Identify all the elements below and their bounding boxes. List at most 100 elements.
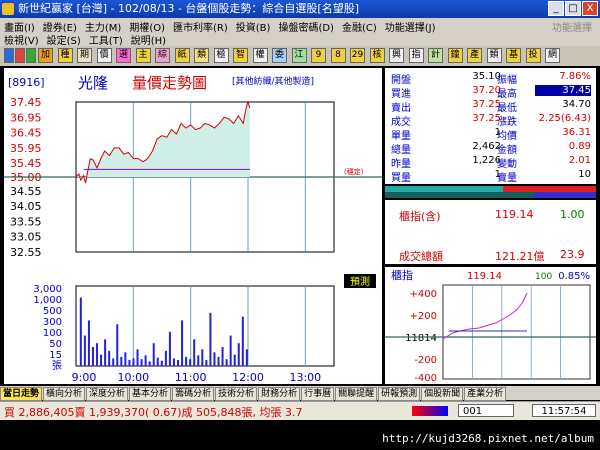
menu-item-4[interactable]: 匯市利率(R) bbox=[173, 23, 228, 34]
toolbar-button-16[interactable]: 29 bbox=[350, 48, 365, 63]
toolbar-button-26[interactable]: 網 bbox=[545, 48, 560, 63]
stat-value-left-2: 37.25 bbox=[472, 99, 501, 110]
toolbar-button-14[interactable]: 9 bbox=[311, 48, 326, 63]
tab-10[interactable]: 個股新聞 bbox=[421, 387, 464, 401]
toolbar-button-21[interactable]: 鐘 bbox=[447, 48, 463, 63]
stat-label-right-4: 均價 bbox=[497, 131, 517, 142]
toolbar-button-24[interactable]: 基 bbox=[506, 48, 521, 63]
stat-value-right-0: 7.86% bbox=[559, 71, 591, 82]
stat-value-right-6: 2.01 bbox=[568, 155, 591, 166]
stat-value-right-4: 36.31 bbox=[562, 127, 591, 138]
toolbar-button-7[interactable]: 紙 bbox=[174, 48, 190, 63]
volume-bar-16 bbox=[144, 355, 147, 366]
toolbar-button-8[interactable]: 類 bbox=[194, 48, 209, 63]
toolbar-button-11[interactable]: 權 bbox=[252, 48, 268, 63]
toolbar-button-6[interactable]: 綜 bbox=[155, 48, 170, 63]
tab-1[interactable]: 橫向分析 bbox=[43, 387, 86, 401]
y-tick-8: 33.55 bbox=[10, 215, 42, 228]
volume-bar-1 bbox=[83, 335, 86, 366]
toolbar-nav-icon-0[interactable] bbox=[4, 48, 14, 63]
status-code-field[interactable]: 001 bbox=[458, 404, 514, 417]
y-tick-3: 35.95 bbox=[10, 142, 42, 155]
toolbar-button-20[interactable]: 計 bbox=[428, 48, 443, 63]
volume-frame bbox=[75, 285, 335, 367]
menu-bar: 畫面(I) 證券(E) 主力(M) 期權(O) 匯市利率(R) 投資(B) 操盤密碼(D) 金… bbox=[0, 18, 600, 47]
volume-bar-14 bbox=[136, 349, 139, 366]
stat-label-left-3: 成交 bbox=[391, 117, 411, 128]
volume-bar-5 bbox=[100, 354, 103, 366]
tab-3[interactable]: 基本分析 bbox=[129, 387, 172, 401]
stat-label-left-2: 賣出 bbox=[391, 103, 411, 114]
stat-value-left-3: 37.25 bbox=[472, 113, 501, 124]
volume-bar-13 bbox=[132, 358, 135, 366]
stat-label-right-0: 振幅 bbox=[497, 75, 517, 86]
minimize-button[interactable]: _ bbox=[548, 1, 564, 16]
status-bar: 買 2,886,405賣 1,939,370( 0.67)成 505,848張,… bbox=[0, 401, 600, 420]
toolbar-button-19[interactable]: 指 bbox=[408, 48, 424, 63]
menu-item-8[interactable]: 功能選擇(J) bbox=[385, 23, 436, 34]
stat-value-left-7: 1 bbox=[494, 169, 501, 180]
toolbar-button-13[interactable]: 江 bbox=[291, 48, 307, 63]
volume-bar-34 bbox=[217, 356, 220, 366]
menu-item-6[interactable]: 操盤密碼(D) bbox=[278, 23, 334, 34]
toolbar-button-17[interactable]: 核 bbox=[369, 48, 385, 63]
volume-bar-31 bbox=[205, 359, 208, 366]
analysis-tabs: 當日走勢 橫向分析 深度分析 基本分析 籌碼分析 技術分析 財務分析 行事曆 關聯提醒 研報預測個… bbox=[0, 386, 600, 401]
menu-item-5[interactable]: 投資(B) bbox=[236, 23, 271, 34]
otc-index-label: 櫃指(含) bbox=[399, 210, 441, 223]
tab-0[interactable]: 當日走勢 bbox=[0, 387, 43, 401]
volume-bar-18 bbox=[152, 343, 155, 366]
close-button[interactable]: X bbox=[582, 1, 598, 16]
y-tick-10: 32.55 bbox=[10, 246, 42, 259]
toolbar-button-1[interactable]: 種 bbox=[57, 48, 73, 63]
tab-11[interactable]: 產業分析 bbox=[464, 387, 507, 401]
stat-value-right-1: 37.45 bbox=[535, 85, 591, 96]
toolbar-button-12[interactable]: 委 bbox=[272, 48, 287, 63]
toolbar-button-18[interactable]: 興 bbox=[389, 48, 404, 63]
toolbar-button-9[interactable]: 極 bbox=[213, 48, 229, 63]
volume-bar-32 bbox=[209, 312, 212, 366]
toolbar-button-3[interactable]: 價 bbox=[96, 48, 112, 63]
menu-right-function[interactable]: 功能選擇 bbox=[552, 19, 592, 34]
app-icon bbox=[2, 3, 14, 15]
otc-index-box: 櫃指(含) 119.14 1.00 成交總額 121.21億 23.9 bbox=[385, 200, 596, 264]
toolbar-nav-icon-1[interactable] bbox=[15, 48, 25, 63]
volume-bar-24 bbox=[177, 359, 180, 366]
tab-5[interactable]: 技術分析 bbox=[215, 387, 258, 401]
volume-bar-23 bbox=[172, 358, 175, 366]
tab-2[interactable]: 深度分析 bbox=[86, 387, 129, 401]
toolbar-button-5[interactable]: 主 bbox=[135, 48, 151, 63]
watermark-url: http://kujd3268.pixnet.net/album bbox=[382, 432, 594, 445]
tab-6[interactable]: 財務分析 bbox=[258, 387, 301, 401]
toolbar-button-15[interactable]: 8 bbox=[330, 48, 346, 63]
volume-bar-15 bbox=[140, 359, 143, 366]
toolbar-button-25[interactable]: 投 bbox=[525, 48, 541, 63]
otc-index-change: 1.00 bbox=[560, 208, 585, 221]
tab-9[interactable]: 研報預測 bbox=[378, 387, 421, 401]
toolbar-button-23[interactable]: 類 bbox=[486, 48, 502, 63]
stat-label-left-5: 總量 bbox=[391, 145, 411, 156]
toolbar-nav-icon-2[interactable] bbox=[26, 48, 36, 63]
toolbar-button-22[interactable]: 產 bbox=[467, 48, 482, 63]
volume-bar-38 bbox=[233, 354, 236, 366]
volume-bar-33 bbox=[213, 352, 216, 366]
tab-4[interactable]: 籌碼分析 bbox=[172, 387, 215, 401]
menu-item-7[interactable]: 金融(C) bbox=[342, 23, 377, 34]
toolbar-button-2[interactable]: 期 bbox=[77, 48, 92, 63]
stock-code: [8916] bbox=[8, 76, 45, 89]
mini-y-tick-3: -200 bbox=[414, 355, 437, 366]
tab-7[interactable]: 行事曆 bbox=[301, 387, 335, 401]
status-text: 買 2,886,405賣 1,939,370( 0.67)成 505,848張,… bbox=[4, 406, 303, 419]
volume-bar-3 bbox=[91, 347, 94, 366]
volume-tick-4: 100 bbox=[43, 328, 62, 339]
toolbar-button-0[interactable]: 加 bbox=[38, 48, 53, 63]
y-tick-0: 37.45 bbox=[10, 96, 42, 109]
maximize-button[interactable]: □ bbox=[565, 1, 581, 16]
toolbar-button-4[interactable]: 選 bbox=[116, 48, 131, 63]
toolbar-button-10[interactable]: 智 bbox=[233, 48, 248, 63]
forecast-button[interactable]: 預測 bbox=[344, 274, 376, 288]
reference-marker-label: (穩定) bbox=[344, 167, 364, 176]
volume-bar-27 bbox=[189, 359, 192, 366]
stat-label-right-2: 最低 bbox=[497, 103, 517, 114]
tab-8[interactable]: 關聯提醒 bbox=[335, 387, 378, 401]
